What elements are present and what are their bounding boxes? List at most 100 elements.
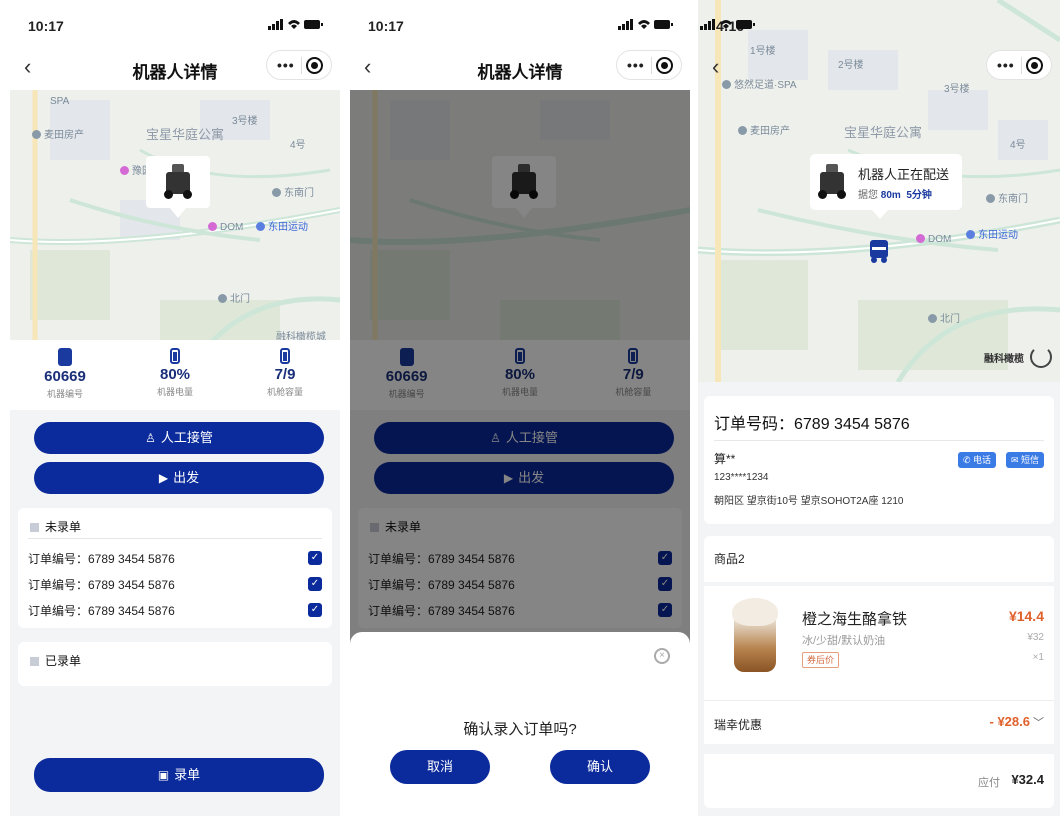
map-label-building4: 4号 — [290, 140, 306, 151]
status-bar: 10:17 — [10, 0, 340, 44]
robot-image — [162, 164, 194, 200]
map-view[interactable]: SPA 麦田房产 宝星华庭公寓 3号楼 4号 豫园 东南门 DOM 东田运动 北… — [10, 90, 340, 370]
goods-card: 商品2 橙之海生酪拿铁 冰/少甜/默认奶油 券后价 ¥14.4 ¥32 ×1 瑞… — [704, 536, 1054, 808]
stat-value: 7/9 — [274, 366, 296, 383]
checkbox-checked-icon[interactable]: ✓ — [308, 551, 322, 565]
confirm-button[interactable]: 确认 — [550, 750, 650, 784]
nav-bar: ‹ 机器人详情 ••• — [350, 44, 690, 90]
map-label-spa: SPA — [50, 96, 70, 107]
map-label-north-gate: 北门 — [928, 310, 960, 325]
nav-bar: ‹ ••• — [698, 44, 1060, 90]
status-bar: 10:17 — [350, 0, 690, 44]
record-icon: ▣ — [157, 768, 170, 782]
customer-address: 朝阳区 望京街10号 望京SOHOT2A座 1210 — [714, 496, 904, 507]
discount-label: 瑞幸优惠 — [714, 718, 763, 732]
product-image — [722, 598, 788, 678]
map-label-building3: 3号楼 — [232, 116, 258, 127]
capsule-divider — [1021, 57, 1022, 74]
chevron-down-icon[interactable]: ﹀ — [1033, 714, 1044, 730]
robot-image — [816, 164, 848, 200]
divider — [28, 538, 322, 539]
confirm-dialog: × 确认录入订单吗? 取消 确认 — [350, 632, 690, 816]
close-target-icon[interactable] — [1026, 57, 1043, 74]
mini-program-capsule[interactable]: ••• — [266, 50, 332, 80]
robot-icon — [58, 348, 72, 366]
more-icon[interactable]: ••• — [277, 57, 295, 73]
status-bar: 4:16 — [698, 0, 1060, 44]
order-row[interactable]: 订单编号：6789 3454 5876 ✓ — [28, 576, 322, 596]
order-row[interactable]: 订单编号：6789 3454 5876 ✓ — [28, 602, 322, 622]
stat-caption: 机器电量 — [156, 387, 193, 397]
manual-takeover-label: 人工接管 — [160, 430, 213, 445]
map-label-olive-city: 融科橄榄 — [984, 354, 1024, 365]
unrecorded-orders-card: 未录单 订单编号：6789 3454 5876 ✓ 订单编号：6789 3454 … — [18, 508, 332, 628]
checkbox-checked-icon[interactable]: ✓ — [308, 603, 322, 617]
payable-value: ¥32.4 — [1011, 772, 1044, 787]
depart-button[interactable]: ▶ 出发 — [34, 462, 324, 494]
map-label-north-gate: 北门 — [218, 290, 250, 305]
record-order-button[interactable]: ▣ 录单 — [34, 758, 324, 792]
divider — [704, 582, 1054, 586]
go-icon: ▶ — [158, 471, 169, 485]
screen-robot-detail: 10:17 ‹ 机器人详情 ••• SPA 麦田房产 宝星华庭公寓 3号楼 4号… — [10, 0, 340, 816]
stat-capacity: 7/9 机舱容量 — [230, 340, 340, 410]
close-icon[interactable]: × — [654, 648, 670, 664]
payable-label: 应付 — [978, 777, 1000, 789]
recorded-orders-card: 已录单 — [18, 642, 332, 686]
back-arrow-icon[interactable]: ‹ — [712, 54, 719, 80]
goods-title: 商品2 — [714, 552, 745, 566]
close-target-icon[interactable] — [656, 57, 673, 74]
manual-takeover-button[interactable]: ♙ 人工接管 — [34, 422, 324, 454]
battery-icon — [170, 348, 180, 364]
map-label-building4: 4号 — [1010, 140, 1026, 151]
recorded-title: 已录单 — [30, 652, 81, 669]
call-button[interactable]: ✆ 电话 — [957, 452, 996, 468]
message-button[interactable]: ✉ 短信 — [1005, 452, 1044, 468]
map-label-sports: 东田运动 — [256, 218, 308, 233]
order-info-card: 订单号码：6789 3454 5876 算** ✆ 电话 ✉ 短信 123***… — [704, 396, 1054, 524]
depart-label: 出发 — [173, 470, 200, 485]
nav-bar: ‹ 机器人详情 ••• — [10, 44, 340, 90]
more-icon[interactable]: ••• — [627, 57, 645, 73]
mini-program-capsule[interactable]: ••• — [986, 50, 1052, 80]
discount-value: - ¥28.6 — [989, 714, 1030, 729]
divider — [714, 440, 1044, 441]
cabin-icon — [280, 348, 290, 364]
cancel-button[interactable]: 取消 — [390, 750, 490, 784]
capsule-divider — [651, 57, 652, 74]
map-label-sports: 东田运动 — [966, 226, 1018, 241]
record-order-label: 录单 — [174, 767, 201, 782]
close-target-icon[interactable] — [306, 57, 323, 74]
map-label-southeast-gate: 东南门 — [986, 190, 1028, 205]
screen-confirm-record: 10:17 ‹ 机器人详情 ••• 60669 机器编号 80% 机器电量 7/… — [350, 0, 690, 816]
status-time: 10:17 — [368, 18, 404, 34]
coupon-tag: 券后价 — [802, 652, 840, 668]
refresh-icon[interactable] — [1030, 346, 1052, 368]
robot-marker[interactable] — [146, 156, 210, 218]
map-label-agency: 麦田房产 — [32, 126, 84, 141]
delivery-status-popup: 机器人正在配送 据您 80m 5分钟 — [810, 154, 962, 219]
product-quantity: ×1 — [1032, 652, 1044, 663]
order-row[interactable]: 订单编号：6789 3454 5876 ✓ — [28, 550, 322, 570]
mini-program-capsule[interactable]: ••• — [616, 50, 682, 80]
customer-phone: 123****1234 — [714, 472, 769, 483]
stat-value: 60669 — [44, 368, 86, 385]
customer-name: 算** — [714, 452, 736, 466]
delivery-status-text: 机器人正在配送 — [858, 167, 950, 182]
product-name: 橙之海生酪拿铁 — [802, 611, 908, 628]
screen-delivery-tracking: 4:16 1号楼 2号楼 悠然足道·SPA 3号楼 麦田房产 宝星华庭公寓 4号… — [698, 0, 1060, 816]
stat-caption: 机器编号 — [46, 389, 83, 399]
map-label-apartment: 宝星华庭公寓 — [844, 125, 923, 140]
checkbox-checked-icon[interactable]: ✓ — [308, 577, 322, 591]
stat-battery: 80% 机器电量 — [120, 340, 230, 410]
more-icon[interactable]: ••• — [997, 57, 1015, 73]
map-label-agency: 麦田房产 — [738, 122, 790, 137]
map-label-dom: DOM — [916, 234, 951, 245]
unrecorded-title: 未录单 — [30, 518, 81, 535]
signal-wifi-battery-icon — [700, 19, 755, 30]
divider — [704, 744, 1054, 754]
order-number: 订单号码：6789 3454 5876 — [714, 416, 910, 433]
delivery-distance: 据您 80m 5分钟 — [858, 190, 932, 201]
stat-robot-id: 60669 机器编号 — [10, 340, 120, 410]
capsule-divider — [301, 57, 302, 74]
